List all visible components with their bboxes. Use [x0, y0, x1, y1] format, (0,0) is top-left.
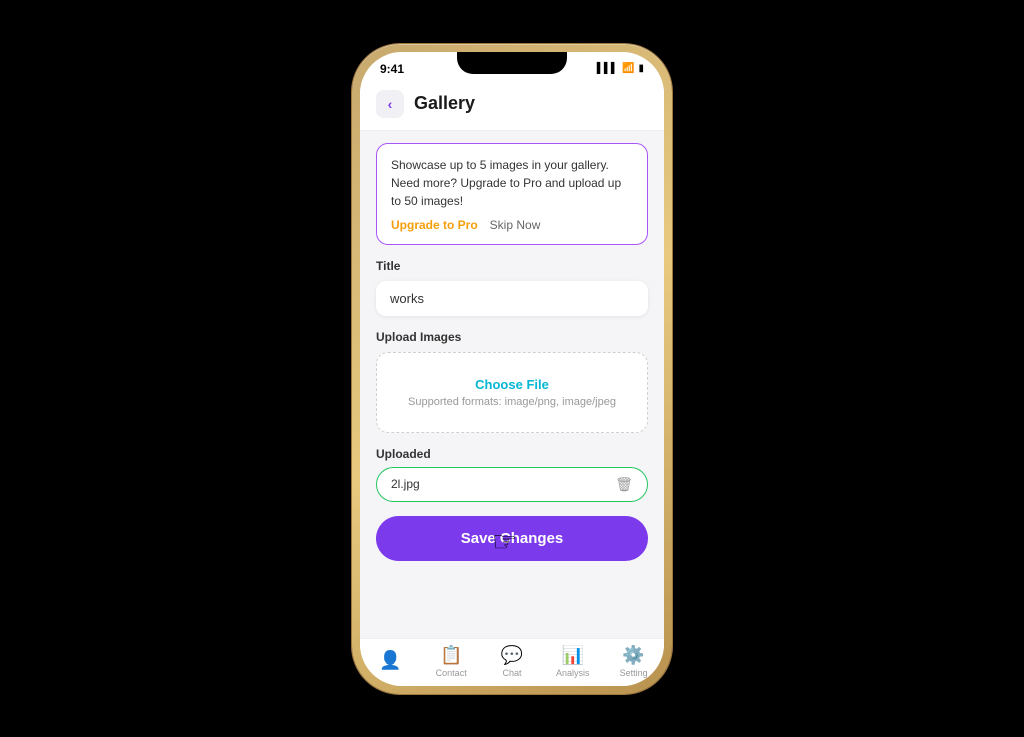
profile-icon: 👤: [379, 650, 401, 671]
nav-item-analysis[interactable]: 📊 Analysis: [549, 645, 597, 678]
page-header: ‹ Gallery: [360, 80, 664, 131]
phone-frame: 9:41 ▌▌▌ 📶 ▮ ‹ Gallery Showcase up to 5 …: [352, 44, 672, 694]
title-section: Title: [376, 259, 648, 316]
title-input[interactable]: [376, 281, 648, 316]
upload-section: Upload Images Choose File Supported form…: [376, 330, 648, 433]
promo-text: Showcase up to 5 images in your gallery.…: [391, 156, 633, 210]
content-area: Showcase up to 5 images in your gallery.…: [360, 131, 664, 583]
bottom-navigation: 👤 📋 Contact 💬 Chat 📊 Analysis ⚙️ Setting: [360, 638, 664, 686]
signal-icon: ▌▌▌: [597, 63, 618, 74]
uploaded-label: Uploaded: [376, 447, 648, 461]
notch: [457, 52, 567, 74]
nav-item-contact[interactable]: 📋 Contact: [427, 645, 475, 678]
title-label: Title: [376, 259, 648, 273]
analysis-icon: 📊: [562, 645, 584, 666]
uploaded-filename: 2l.jpg: [391, 477, 420, 491]
contact-icon: 📋: [440, 645, 462, 666]
screen-content: Showcase up to 5 images in your gallery.…: [360, 131, 664, 638]
choose-file-button[interactable]: Choose File: [391, 377, 633, 392]
setting-icon: ⚙️: [622, 645, 644, 666]
delete-icon[interactable]: 🗑: [615, 476, 633, 493]
promo-banner: Showcase up to 5 images in your gallery.…: [376, 143, 648, 245]
uploaded-item: 2l.jpg 🗑: [376, 467, 648, 502]
setting-nav-label: Setting: [620, 668, 648, 678]
upload-area[interactable]: Choose File Supported formats: image/png…: [376, 352, 648, 433]
status-bar: 9:41 ▌▌▌ 📶 ▮: [360, 52, 664, 80]
analysis-nav-label: Analysis: [556, 668, 590, 678]
nav-item-profile[interactable]: 👤: [366, 650, 414, 673]
upgrade-link[interactable]: Upgrade to Pro: [391, 218, 478, 232]
back-icon: ‹: [388, 96, 393, 112]
nav-item-setting[interactable]: ⚙️ Setting: [610, 645, 658, 678]
save-changes-button[interactable]: Save Changes: [376, 516, 648, 561]
page-title: Gallery: [414, 93, 475, 114]
chat-icon: 💬: [501, 645, 523, 666]
battery-icon: ▮: [638, 63, 644, 74]
skip-link[interactable]: Skip Now: [490, 218, 541, 232]
status-icons: ▌▌▌ 📶 ▮: [597, 63, 644, 74]
back-button[interactable]: ‹: [376, 90, 404, 118]
phone-screen: 9:41 ▌▌▌ 📶 ▮ ‹ Gallery Showcase up to 5 …: [360, 52, 664, 686]
uploaded-section: Uploaded 2l.jpg 🗑: [376, 447, 648, 502]
promo-actions: Upgrade to Pro Skip Now: [391, 218, 633, 232]
upload-label: Upload Images: [376, 330, 648, 344]
wifi-icon: 📶: [622, 63, 634, 74]
supported-formats-text: Supported formats: image/png, image/jpeg: [391, 396, 633, 408]
chat-nav-label: Chat: [502, 668, 521, 678]
status-time: 9:41: [380, 62, 404, 76]
nav-item-chat[interactable]: 💬 Chat: [488, 645, 536, 678]
contact-nav-label: Contact: [436, 668, 467, 678]
